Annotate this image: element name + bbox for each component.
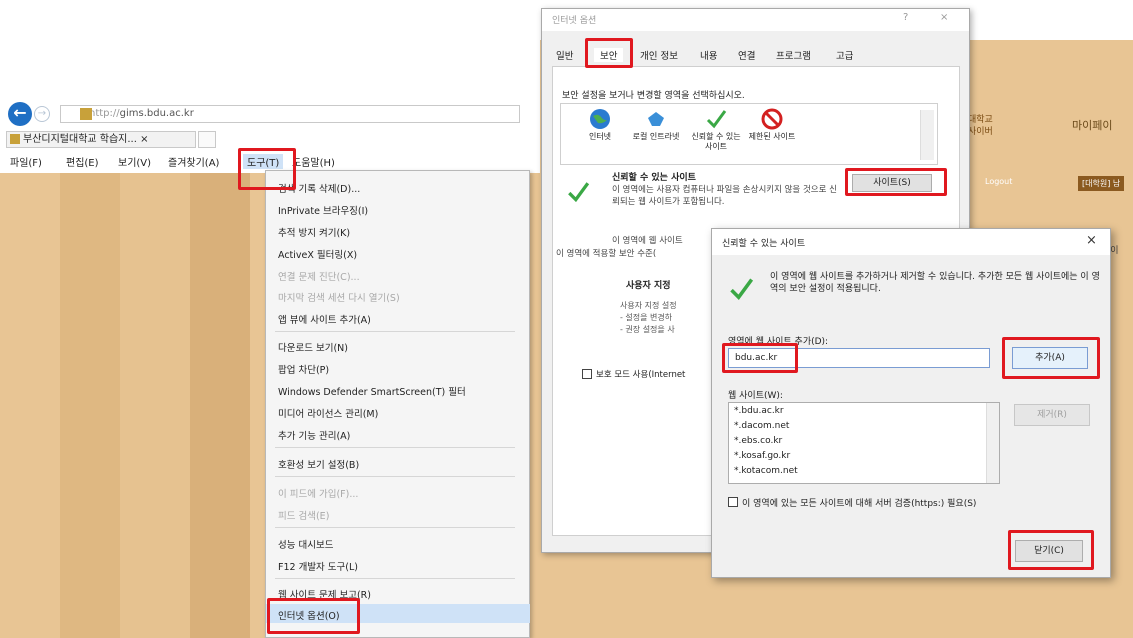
globe-icon: [590, 109, 610, 129]
menu-item-performance-dashboard[interactable]: 성능 대시보드: [278, 537, 333, 551]
remove-button: 제거(R): [1014, 404, 1090, 426]
custom-line-1: 사용자 지정 설정: [620, 301, 677, 310]
zone-scrollbar[interactable]: [920, 110, 934, 160]
close-icon[interactable]: ×: [1086, 233, 1097, 248]
tab-programs[interactable]: 프로그램: [776, 48, 811, 62]
menu-favorites[interactable]: 즐겨찾기(A): [168, 154, 219, 169]
zone-local-intranet[interactable]: 로컬 인트라넷: [628, 108, 684, 142]
zone-internet-label: 인터넷: [588, 132, 612, 141]
back-button[interactable]: ←: [8, 102, 32, 126]
menu-file[interactable]: 파일(F): [10, 154, 42, 169]
protected-mode-checkbox[interactable]: [582, 369, 592, 379]
menu-separator: [275, 476, 515, 477]
site-badge: [대학원] 남: [1078, 176, 1125, 191]
menu-separator: [275, 447, 515, 448]
menu-item-diagnose: 연결 문제 진단(C)...: [278, 272, 360, 283]
zone-trusted-label: 신뢰할 수 있는 사이트: [691, 132, 741, 151]
custom-level-title: 사용자 지정: [626, 281, 671, 291]
trusted-sites-description: 이 영역에 웹 사이트를 추가하거나 제거할 수 있습니다. 추가한 모든 웹 …: [770, 272, 1100, 294]
zone-restricted-label: 제한된 사이트: [748, 132, 796, 141]
tab-title: 부산디지털대학교 학습지...: [23, 134, 137, 145]
zone-internet[interactable]: 인터넷: [572, 108, 628, 142]
menu-item-reopen-session: 마지막 검색 세션 다시 열기(S): [278, 293, 400, 304]
menu-item-inprivate[interactable]: InPrivate 브라우징(I): [278, 203, 368, 217]
custom-line-2: - 설정을 변경하: [620, 313, 673, 322]
add-site-input[interactable]: bdu.ac.kr: [728, 348, 990, 368]
require-https-label: 이 영역에 있는 모든 사이트에 대해 서버 검증(https:) 필요(S): [742, 499, 977, 509]
protected-mode-label: 보호 모드 사용(Internet: [596, 370, 686, 380]
menu-view[interactable]: 보기(V): [118, 154, 151, 169]
zone-instruction: 보안 설정을 보거나 변경할 영역을 선택하십시오.: [562, 91, 745, 101]
forward-button[interactable]: →: [34, 106, 50, 122]
close-button[interactable]: 닫기(C): [1015, 540, 1083, 562]
address-prefix: http://: [89, 108, 120, 119]
menu-separator: [275, 578, 515, 579]
checkmark-icon: [730, 278, 754, 300]
menu-item-add-app-view[interactable]: 앱 뷰에 사이트 추가(A): [278, 312, 371, 326]
menu-item-report-problem[interactable]: 웹 사이트 문제 보고(R): [278, 587, 371, 601]
menu-item-f12-devtools[interactable]: F12 개발자 도구(L): [278, 559, 358, 573]
address-bar[interactable]: http://gims.bdu.ac.kr: [60, 105, 520, 123]
menu-separator: [275, 527, 515, 528]
zone-trusted-sites[interactable]: 신뢰할 수 있는 사이트: [688, 108, 744, 152]
security-level-text-1: 이 영역에 웹 사이트: [612, 236, 683, 246]
menu-item-compatibility-view[interactable]: 호환성 보기 설정(B): [278, 457, 359, 471]
custom-line-3: - 권장 설정을 사: [620, 325, 675, 334]
websites-list-label: 웹 사이트(W):: [728, 391, 783, 401]
menu-edit[interactable]: 편집(E): [66, 154, 99, 169]
site-mypage-link[interactable]: 마이페이: [1072, 117, 1112, 133]
site-favicon-icon: [80, 108, 92, 120]
add-site-label: 영역에 웹 사이트 추가(D):: [728, 337, 829, 347]
tab-favicon-icon: [10, 134, 20, 144]
tab-connections[interactable]: 연결: [738, 48, 755, 62]
sites-button[interactable]: 사이트(S): [852, 174, 932, 192]
menu-item-internet-options[interactable]: 인터넷 옵션(O): [278, 608, 340, 622]
list-item[interactable]: *.kotacom.net: [734, 466, 798, 476]
list-item[interactable]: *.bdu.ac.kr: [734, 406, 784, 416]
new-tab-button[interactable]: [198, 131, 216, 148]
menu-help[interactable]: 도움말(H): [292, 154, 335, 169]
address-text: gims.bdu.ac.kr: [119, 108, 194, 119]
menu-item-media-license[interactable]: 미디어 라이선스 관리(M): [278, 406, 378, 420]
help-icon[interactable]: ?: [903, 12, 908, 23]
close-icon[interactable]: ×: [940, 12, 948, 23]
trusted-sites-title: 신뢰할 수 있는 사이트: [722, 239, 806, 249]
site-logout-link[interactable]: Logout: [985, 177, 1012, 186]
menu-item-smartscreen[interactable]: Windows Defender SmartScreen(T) 필터: [278, 384, 466, 398]
intranet-icon: [648, 112, 664, 126]
trusted-checkmark-icon: [568, 182, 590, 203]
require-https-checkbox[interactable]: [728, 497, 738, 507]
selected-zone-title: 신뢰할 수 있는 사이트: [612, 173, 696, 183]
zone-intranet-label: 로컬 인트라넷: [632, 132, 680, 141]
tab-general[interactable]: 일반: [556, 48, 573, 62]
menu-item-delete-history[interactable]: 검색 기록 삭제(D)...: [278, 181, 360, 195]
tab-advanced[interactable]: 고급: [836, 48, 853, 62]
tab-security[interactable]: 보안: [594, 48, 624, 62]
site-logo-line2: 사이버: [968, 127, 993, 137]
internet-options-title: 인터넷 옵션: [552, 16, 597, 26]
selected-zone-desc: 이 영역에는 사용자 컴퓨터나 파일을 손상시키지 않을 것으로 신뢰되는 웹 …: [612, 185, 837, 207]
menu-item-activex-filtering[interactable]: ActiveX 필터링(X): [278, 247, 357, 261]
menu-item-manage-addons[interactable]: 추가 기능 관리(A): [278, 428, 350, 442]
menu-item-tracking-protection[interactable]: 추적 방지 켜기(K): [278, 225, 350, 239]
tab-content[interactable]: 내용: [700, 48, 717, 62]
menu-item-feed-discovery: 피드 검색(E): [278, 511, 330, 522]
browser-tab[interactable]: 부산디지털대학교 학습지... ×: [6, 131, 196, 148]
websites-list-scrollbar[interactable]: [986, 403, 999, 483]
menu-separator: [275, 331, 515, 332]
add-button[interactable]: 추가(A): [1012, 347, 1088, 369]
list-item[interactable]: *.dacom.net: [734, 421, 789, 431]
zone-restricted-sites[interactable]: 제한된 사이트: [744, 108, 800, 142]
checkmark-icon: [706, 110, 727, 129]
menu-item-downloads[interactable]: 다운로드 보기(N): [278, 340, 348, 354]
list-item[interactable]: *.kosaf.go.kr: [734, 451, 790, 461]
menu-item-popup-blocker[interactable]: 팝업 차단(P): [278, 362, 329, 376]
menu-item-subscribe-feed: 이 피드에 가입(F)...: [278, 489, 359, 500]
menu-tools[interactable]: 도구(T): [243, 154, 284, 169]
security-level-text-2: 이 영역에 적용할 보안 수준(: [556, 249, 657, 259]
restricted-icon: [761, 108, 783, 130]
list-item[interactable]: *.ebs.co.kr: [734, 436, 782, 446]
tab-privacy[interactable]: 개인 정보: [640, 48, 678, 62]
